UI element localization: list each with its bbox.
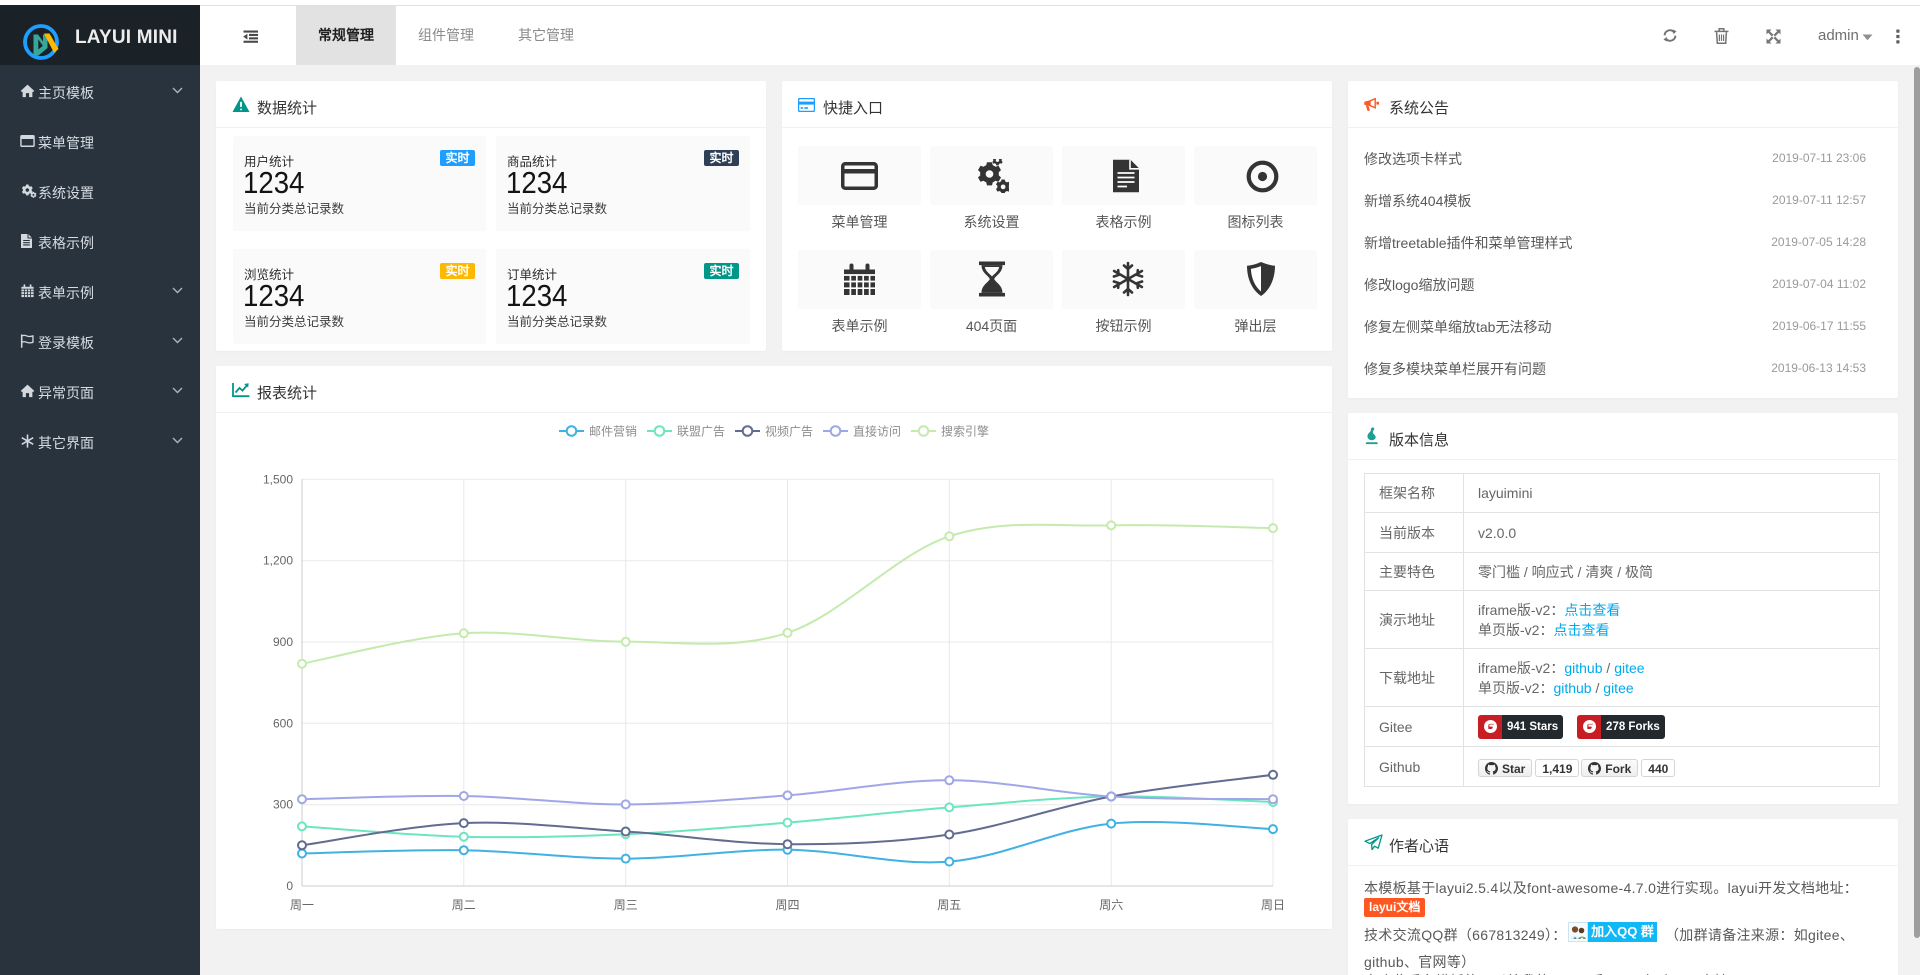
- svg-text:周六: 周六: [1099, 898, 1123, 912]
- svg-text:直接访问: 直接访问: [853, 424, 901, 439]
- svg-text:搜索引擎: 搜索引擎: [941, 424, 989, 439]
- svg-text:周三: 周三: [614, 898, 638, 912]
- svg-text:周一: 周一: [290, 898, 314, 912]
- svg-text:1,200: 1,200: [263, 554, 293, 568]
- svg-text:0: 0: [286, 879, 293, 893]
- svg-text:300: 300: [273, 798, 293, 812]
- svg-text:联盟广告: 联盟广告: [677, 425, 725, 439]
- svg-text:600: 600: [273, 716, 293, 730]
- svg-text:周五: 周五: [937, 898, 961, 912]
- svg-text:邮件营销: 邮件营销: [589, 425, 637, 439]
- svg-text:900: 900: [273, 635, 293, 649]
- svg-text:周二: 周二: [452, 898, 476, 912]
- svg-text:1,500: 1,500: [263, 472, 293, 486]
- svg-text:周日: 周日: [1261, 898, 1285, 912]
- svg-text:周四: 周四: [775, 898, 799, 912]
- svg-text:视频广告: 视频广告: [765, 424, 813, 439]
